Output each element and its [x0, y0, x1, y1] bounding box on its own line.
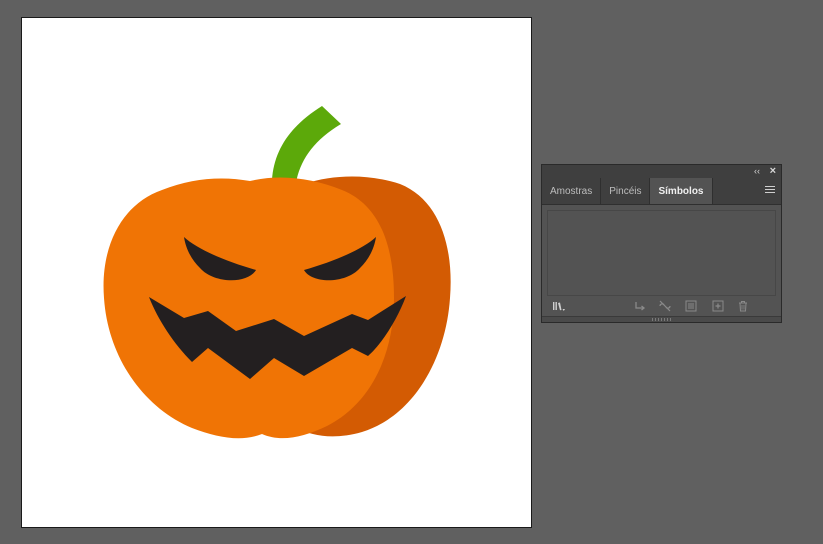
- artboard[interactable]: [21, 17, 532, 528]
- collapse-icon[interactable]: ‹‹: [754, 165, 760, 178]
- panel-menu-icon[interactable]: [765, 186, 775, 195]
- break-link-icon[interactable]: [658, 300, 672, 312]
- tab-simbolos[interactable]: Símbolos: [650, 178, 713, 204]
- symbols-list[interactable]: [547, 210, 776, 296]
- pumpkin-stem: [272, 106, 341, 183]
- pumpkin-illustration[interactable]: [22, 18, 533, 529]
- symbol-options-icon[interactable]: [684, 300, 698, 312]
- grip-icon: [652, 318, 672, 321]
- new-symbol-icon[interactable]: [711, 300, 725, 312]
- tab-amostras[interactable]: Amostras: [542, 178, 602, 204]
- symbol-libraries-icon[interactable]: [552, 300, 566, 312]
- panel-titlebar[interactable]: ‹‹ ×: [542, 165, 781, 178]
- place-symbol-icon[interactable]: [633, 300, 647, 312]
- pumpkin-body: [103, 177, 394, 439]
- tab-pinceis[interactable]: Pincéis: [601, 178, 651, 204]
- symbols-panel: ‹‹ × Amostras Pincéis Símbolos: [541, 164, 782, 323]
- panel-bottom-toolbar: [542, 298, 781, 314]
- panel-resize-handle[interactable]: [542, 316, 781, 322]
- delete-icon[interactable]: [736, 300, 750, 312]
- close-icon[interactable]: ×: [770, 165, 776, 178]
- panel-tabbar: Amostras Pincéis Símbolos: [542, 178, 781, 205]
